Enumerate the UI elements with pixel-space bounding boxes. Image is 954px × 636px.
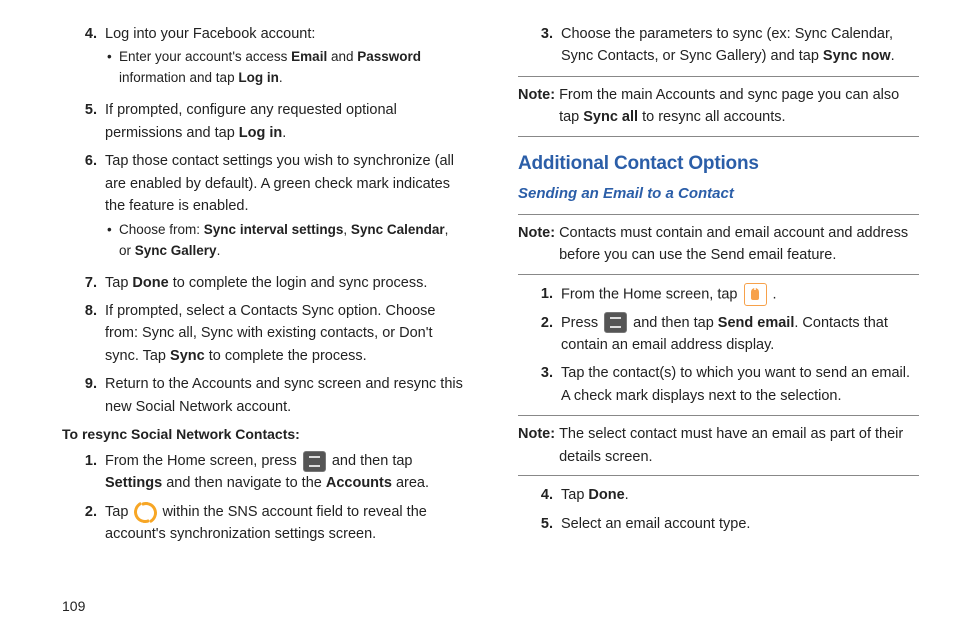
- sub-section-heading: Sending an Email to a Contact: [518, 182, 919, 205]
- list-text: Log into your Facebook account:: [105, 26, 315, 42]
- list-item: 6. Tap those contact settings you wish t…: [80, 150, 463, 265]
- list-item: 4. Tap Done.: [536, 484, 919, 506]
- list-number: 4.: [536, 484, 561, 506]
- list-item: 1. From the Home screen, tap .: [536, 283, 919, 306]
- sub-heading: To resync Social Network Contacts:: [62, 424, 463, 446]
- list-number: 3.: [536, 362, 561, 407]
- list-number: 2.: [536, 312, 561, 357]
- bullet-icon: •: [107, 47, 119, 89]
- note-block: Note: From the main Accounts and sync pa…: [518, 76, 919, 137]
- note-label: Note:: [518, 84, 559, 129]
- bullet-item: • Enter your account's access Email and …: [107, 47, 463, 89]
- list-item: 2. Tap within the SNS account field to r…: [80, 501, 463, 546]
- note-label: Note:: [518, 423, 559, 468]
- list-item: 5. If prompted, configure any requested …: [80, 99, 463, 144]
- bullet-icon: •: [107, 220, 119, 262]
- bullet-item: • Choose from: Sync interval settings, S…: [107, 220, 463, 262]
- list-number: 1.: [80, 450, 105, 495]
- list-item: 2. Press and then tap Send email. Contac…: [536, 312, 919, 357]
- list-number: 5.: [80, 99, 105, 144]
- list-number: 9.: [80, 373, 105, 418]
- list-number: 7.: [80, 272, 105, 294]
- list-item: 9. Return to the Accounts and sync scree…: [80, 373, 463, 418]
- list-number: 4.: [80, 23, 105, 93]
- note-block: Note: Contacts must contain and email ac…: [518, 214, 919, 275]
- list-number: 3.: [536, 23, 561, 68]
- list-number: 1.: [536, 283, 561, 306]
- list-item: 7. Tap Done to complete the login and sy…: [80, 272, 463, 294]
- list-item: 5. Select an email account type.: [536, 513, 919, 535]
- list-item: 1. From the Home screen, press and then …: [80, 450, 463, 495]
- list-item: 3. Tap the contact(s) to which you want …: [536, 362, 919, 407]
- list-number: 5.: [536, 513, 561, 535]
- right-column: 3. Choose the parameters to sync (ex: Sy…: [518, 23, 919, 592]
- note-label: Note:: [518, 222, 559, 267]
- sync-icon: [134, 501, 156, 523]
- menu-icon: [303, 451, 326, 472]
- page-number: 109: [62, 596, 919, 618]
- list-number: 2.: [80, 501, 105, 546]
- menu-icon: [604, 312, 627, 333]
- note-block: Note: The select contact must have an em…: [518, 415, 919, 476]
- list-item: 4. Log into your Facebook account: • Ent…: [80, 23, 463, 93]
- list-item: 8. If prompted, select a Contacts Sync o…: [80, 300, 463, 367]
- left-column: 4. Log into your Facebook account: • Ent…: [62, 23, 463, 592]
- contacts-app-icon: [744, 283, 767, 306]
- section-heading: Additional Contact Options: [518, 149, 919, 178]
- list-item: 3. Choose the parameters to sync (ex: Sy…: [536, 23, 919, 68]
- list-number: 8.: [80, 300, 105, 367]
- list-number: 6.: [80, 150, 105, 265]
